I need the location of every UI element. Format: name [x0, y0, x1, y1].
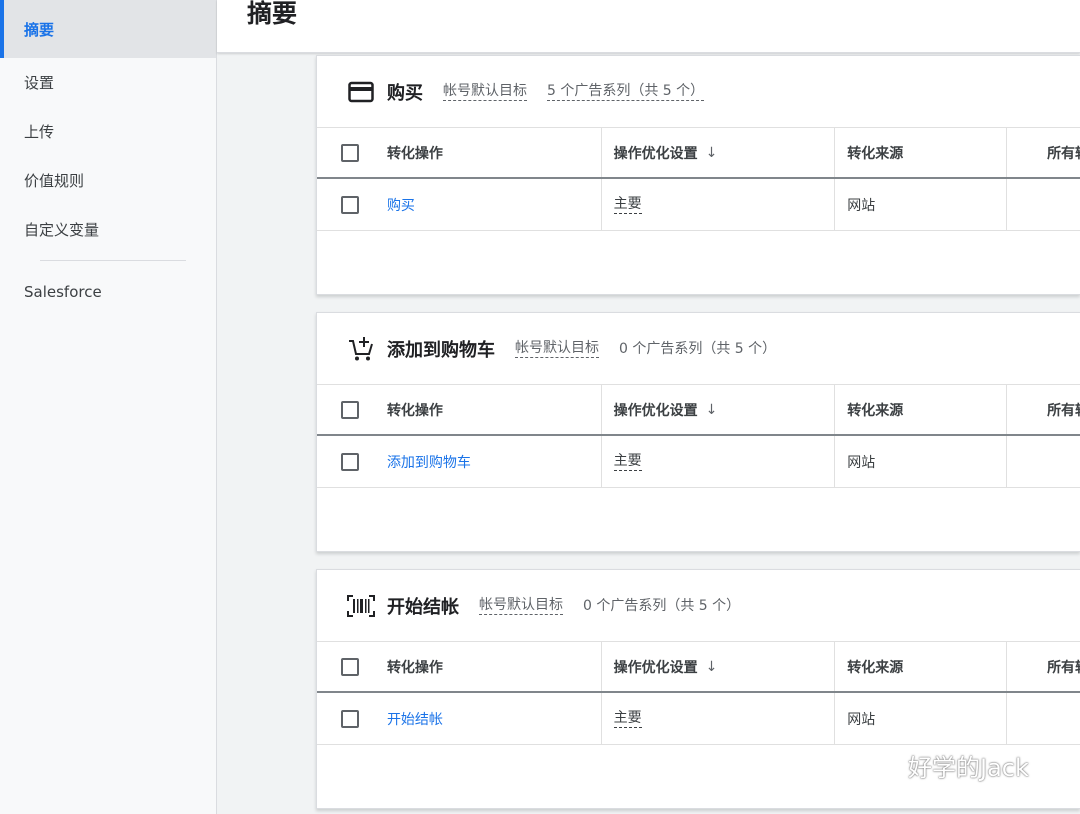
conversion-action-link[interactable]: 购买 — [387, 195, 415, 215]
source-cell: 网站 — [835, 693, 1008, 744]
row-select-cell — [317, 436, 387, 487]
campaign-count: 0 个广告系列（共 5 个） — [619, 340, 777, 357]
page-title: 摘要 — [247, 0, 298, 28]
sidebar-item-upload[interactable]: 上传 — [0, 107, 216, 156]
table-row: 购买 主要 网站 — [317, 179, 1080, 230]
sidebar-item-label: 价值规则 — [24, 172, 85, 190]
select-all-cell — [317, 385, 387, 434]
credit-card-icon — [347, 78, 375, 106]
sidebar: 摘要 设置 上传 价值规则 自定义变量 Salesforce — [0, 0, 217, 814]
goal-tag[interactable]: 帐号默认目标 — [443, 82, 527, 101]
optimization-value[interactable]: 主要 — [613, 195, 642, 214]
sidebar-divider — [40, 260, 186, 261]
table-header-row: 转化操作 操作优化设置 ↓ 转化来源 所有转 — [317, 384, 1080, 436]
column-header-optimization[interactable]: 操作优化设置 ↓ — [602, 128, 836, 177]
row-select-cell — [317, 693, 387, 744]
card-footer — [317, 230, 1080, 294]
all-conversions-cell — [1007, 693, 1080, 744]
sidebar-item-label: Salesforce — [24, 282, 102, 301]
card-footer — [317, 487, 1080, 551]
source-cell: 网站 — [835, 179, 1008, 230]
select-all-checkbox[interactable] — [341, 657, 359, 676]
source-value: 网站 — [847, 711, 876, 728]
source-value: 网站 — [847, 454, 876, 471]
sidebar-item-custom-variables[interactable]: 自定义变量 — [0, 205, 216, 254]
column-header-action[interactable]: 转化操作 — [387, 642, 602, 691]
source-value: 网站 — [847, 197, 876, 214]
select-all-checkbox[interactable] — [341, 143, 359, 162]
card-title: 购买 — [387, 82, 423, 104]
card-title: 开始结帐 — [387, 596, 459, 618]
select-all-cell — [317, 128, 387, 177]
campaign-count: 0 个广告系列（共 5 个） — [583, 597, 741, 614]
column-header-source[interactable]: 转化来源 — [835, 642, 1008, 691]
optimization-value[interactable]: 主要 — [613, 709, 642, 728]
optimization-value[interactable]: 主要 — [613, 452, 642, 471]
conversion-card-purchase: 购买 帐号默认目标 5 个广告系列（共 5 个） 转化操作 操作优化设置 ↓ 转化… — [316, 55, 1080, 295]
sidebar-item-salesforce[interactable]: Salesforce — [0, 267, 216, 316]
sidebar-item-label: 自定义变量 — [24, 221, 100, 239]
sidebar-item-label: 上传 — [24, 123, 55, 141]
action-cell: 购买 — [387, 179, 602, 230]
column-header-action[interactable]: 转化操作 — [387, 128, 602, 177]
row-select-cell — [317, 179, 387, 230]
all-conversions-cell — [1007, 179, 1080, 230]
row-checkbox[interactable] — [341, 709, 359, 728]
column-header-optimization[interactable]: 操作优化设置 ↓ — [602, 642, 836, 691]
arrow-down-icon: ↓ — [705, 401, 718, 418]
conversion-action-link[interactable]: 开始结帐 — [387, 709, 443, 729]
watermark-text: 好学的Jack — [908, 754, 1029, 782]
sidebar-item-summary[interactable]: 摘要 — [0, 0, 216, 58]
sidebar-item-label: 摘要 — [24, 20, 55, 39]
select-all-checkbox[interactable] — [341, 400, 359, 419]
select-all-cell — [317, 642, 387, 691]
column-header-all[interactable]: 所有转 — [1007, 642, 1080, 691]
watermark: 好学的Jack — [858, 748, 1029, 783]
optimization-cell: 主要 — [602, 693, 836, 744]
card-header: 添加到购物车 帐号默认目标 0 个广告系列（共 5 个） — [317, 313, 1080, 384]
row-checkbox[interactable] — [341, 452, 359, 471]
action-cell: 添加到购物车 — [387, 436, 602, 487]
card-header: 购买 帐号默认目标 5 个广告系列（共 5 个） — [317, 56, 1080, 127]
table-header-row: 转化操作 操作优化设置 ↓ 转化来源 所有转 — [317, 127, 1080, 179]
goal-tag[interactable]: 帐号默认目标 — [479, 596, 563, 615]
optimization-cell: 主要 — [602, 179, 836, 230]
arrow-down-icon: ↓ — [705, 658, 718, 675]
action-cell: 开始结帐 — [387, 693, 602, 744]
campaign-count[interactable]: 5 个广告系列（共 5 个） — [547, 82, 705, 101]
column-header-source[interactable]: 转化来源 — [835, 128, 1008, 177]
conversion-card-add-to-cart: 添加到购物车 帐号默认目标 0 个广告系列（共 5 个） 转化操作 操作优化设置… — [316, 312, 1080, 552]
table-row: 开始结帐 主要 网站 — [317, 693, 1080, 744]
optimization-cell: 主要 — [602, 436, 836, 487]
column-header-label: 操作优化设置 — [613, 145, 698, 162]
all-conversions-cell — [1007, 436, 1080, 487]
sidebar-item-settings[interactable]: 设置 — [0, 58, 216, 107]
card-header: 开始结帐 帐号默认目标 0 个广告系列（共 5 个） — [317, 570, 1080, 641]
wechat-icon — [860, 752, 899, 779]
row-checkbox[interactable] — [341, 195, 359, 214]
goal-tag[interactable]: 帐号默认目标 — [515, 339, 599, 358]
arrow-down-icon: ↓ — [705, 144, 718, 161]
card-title: 添加到购物车 — [387, 339, 495, 361]
column-header-all[interactable]: 所有转 — [1007, 128, 1080, 177]
column-header-action[interactable]: 转化操作 — [387, 385, 602, 434]
column-header-label: 操作优化设置 — [613, 659, 698, 676]
column-header-optimization[interactable]: 操作优化设置 ↓ — [602, 385, 836, 434]
table-header-row: 转化操作 操作优化设置 ↓ 转化来源 所有转 — [317, 641, 1080, 693]
source-cell: 网站 — [835, 436, 1008, 487]
sidebar-item-value-rules[interactable]: 价值规则 — [0, 156, 216, 205]
sidebar-item-label: 设置 — [24, 74, 55, 92]
add-to-cart-icon — [347, 335, 375, 363]
page-header: 摘要 — [217, 0, 1080, 53]
table-row: 添加到购物车 主要 网站 — [317, 436, 1080, 487]
conversion-action-link[interactable]: 添加到购物车 — [387, 452, 471, 472]
barcode-scanner-icon — [347, 592, 375, 620]
column-header-source[interactable]: 转化来源 — [835, 385, 1008, 434]
column-header-all[interactable]: 所有转 — [1007, 385, 1080, 434]
column-header-label: 操作优化设置 — [613, 402, 698, 419]
